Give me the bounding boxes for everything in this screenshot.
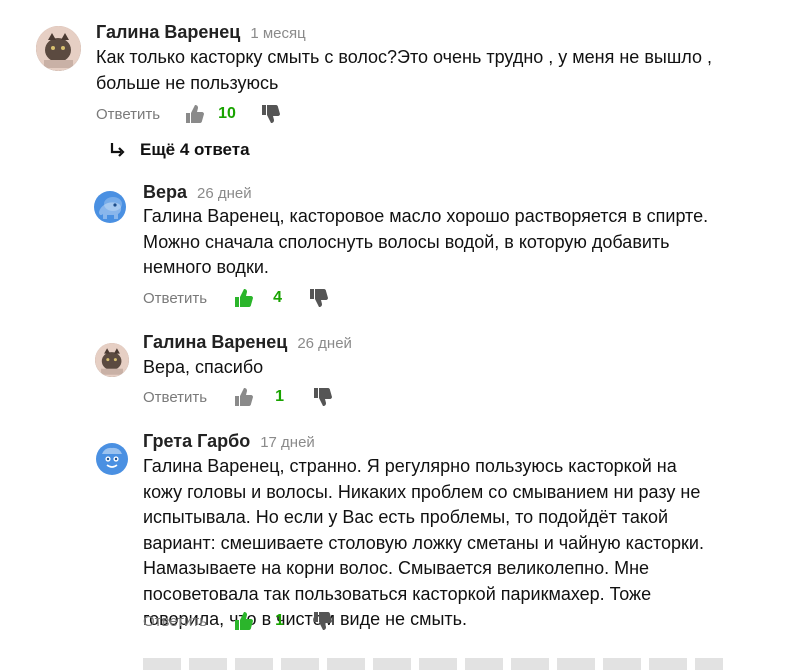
reply-arrow-icon: [110, 143, 125, 157]
avatar[interactable]: [93, 190, 127, 224]
reply-button[interactable]: Ответить: [143, 389, 207, 406]
like-count: 4: [273, 289, 283, 306]
thumbs-down-icon[interactable]: [260, 104, 280, 124]
comment-actions: Ответить 1: [143, 610, 333, 632]
author-name[interactable]: Галина Варенец: [96, 22, 240, 43]
comment-time: 17 дней: [260, 434, 315, 451]
comment-line: Галина Варенец, странно. Я регулярно пол…: [143, 456, 677, 476]
elephant-icon: [94, 191, 126, 223]
more-replies-button[interactable]: Ещё 4 ответа: [108, 140, 250, 160]
comment-text: Как только касторку смыть с волос?Это оч…: [96, 45, 712, 96]
profile-photo-icon: [95, 343, 129, 377]
thumbs-down-icon[interactable]: [312, 387, 333, 407]
author-name[interactable]: Грета Гарбо: [143, 431, 250, 452]
thumbs-down-icon[interactable]: [312, 611, 333, 631]
avatar[interactable]: [95, 442, 129, 476]
comment-header: Вера 26 дней: [143, 182, 252, 203]
thumbs-up-icon[interactable]: [233, 611, 254, 631]
comment-actions: Ответить 4: [143, 287, 329, 309]
comment-header: Галина Варенец 1 месяц: [96, 22, 306, 43]
comment-time: 26 дней: [197, 185, 252, 202]
comment-time: 1 месяц: [250, 25, 306, 42]
comment-line: Можно сначала сполоснуть волосы водой, в…: [143, 231, 670, 252]
like-count: 1: [275, 388, 285, 405]
thumbs-up-icon[interactable]: [233, 387, 254, 407]
comment-line: кожу головы и волосы. Никаких проблем со…: [143, 481, 701, 502]
avatar[interactable]: [36, 26, 81, 71]
thumbs-down-icon[interactable]: [308, 288, 329, 308]
thumbs-up-icon[interactable]: [184, 104, 205, 124]
comment-line: Намазываете на корни волос. Смывается ве…: [143, 558, 650, 578]
profile-photo-icon: [36, 26, 81, 71]
more-replies-label: Ещё 4 ответа: [140, 140, 250, 159]
comment-actions: Ответить 10: [96, 103, 280, 125]
author-name[interactable]: Вера: [143, 182, 187, 203]
like-count: 1: [275, 612, 285, 629]
thumbs-up-icon[interactable]: [233, 288, 254, 308]
comment-text: Галина Варенец, касторовое масло хорошо …: [143, 204, 708, 281]
comment-line: испытывала. Но если у Вас есть проблемы,…: [143, 507, 669, 527]
avatar[interactable]: [95, 343, 129, 377]
comment-line: Вера, спасибо: [143, 357, 264, 377]
cut-off-content: [143, 658, 723, 670]
reply-button[interactable]: Ответить: [96, 106, 160, 123]
comment-header: Грета Гарбо 17 дней: [143, 431, 315, 452]
comment-line: больше не пользуюсь: [96, 72, 279, 93]
cookie-character-icon: [96, 443, 128, 475]
reply-button[interactable]: Ответить: [143, 290, 207, 307]
reply-button[interactable]: Ответить: [143, 613, 207, 630]
comment-line: немного водки.: [143, 257, 269, 277]
comment-line: посоветовала так пользоваться касторкой …: [143, 583, 652, 604]
like-count: 10: [218, 105, 236, 122]
comment-line: Как только касторку смыть с волос?Это оч…: [96, 47, 712, 67]
comment-line: вариант: смешиваете столовую ложку смета…: [143, 532, 704, 553]
comment-actions: Ответить 1: [143, 386, 333, 408]
comment-line: Галина Варенец, касторовое масло хорошо …: [143, 206, 709, 226]
comment-header: Галина Варенец 26 дней: [143, 332, 352, 353]
comment-text: Вера, спасибо: [143, 355, 263, 381]
comment-time: 26 дней: [297, 335, 352, 352]
author-name[interactable]: Галина Варенец: [143, 332, 287, 353]
comment-text: Галина Варенец, странно. Я регулярно пол…: [143, 454, 704, 633]
